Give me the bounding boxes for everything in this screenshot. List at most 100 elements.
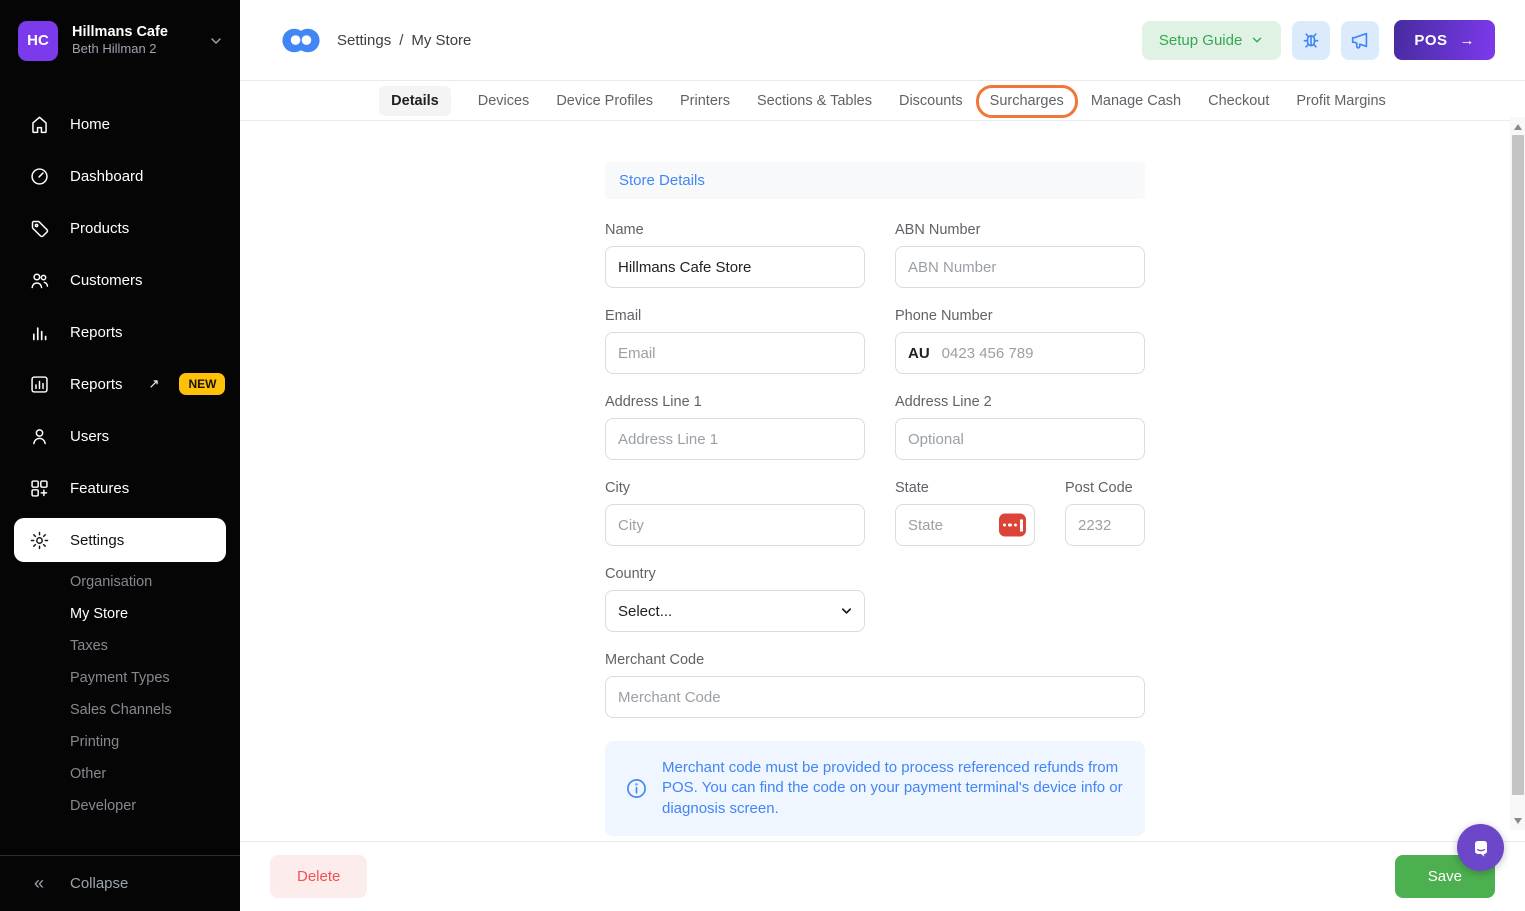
scrollbar-down-arrow[interactable] xyxy=(1510,813,1525,828)
customers-icon xyxy=(28,269,50,291)
gear-icon xyxy=(28,529,50,551)
workspace-title: Hillmans Cafe xyxy=(72,23,168,41)
postcode-input[interactable] xyxy=(1065,504,1145,546)
pos-label: POS xyxy=(1414,32,1447,49)
name-label: Name xyxy=(605,222,865,238)
tab-manage-cash[interactable]: Manage Cash xyxy=(1091,93,1181,109)
phone-field-group: Phone Number AU xyxy=(895,308,1145,374)
address1-label: Address Line 1 xyxy=(605,394,865,410)
subnav-item-other[interactable]: Other xyxy=(70,758,240,790)
tab-device-profiles[interactable]: Device Profiles xyxy=(556,93,653,109)
phone-country-prefix[interactable]: AU xyxy=(908,345,930,362)
tab-details[interactable]: Details xyxy=(379,86,451,116)
scrollbar-up-arrow[interactable] xyxy=(1510,119,1525,134)
city-input[interactable] xyxy=(605,504,865,546)
merchant-code-label: Merchant Code xyxy=(605,652,1145,668)
user-icon xyxy=(28,425,50,447)
tab-profit-margins[interactable]: Profit Margins xyxy=(1296,93,1385,109)
subnav-item-payment-types[interactable]: Payment Types xyxy=(70,662,240,694)
tag-icon xyxy=(28,217,50,239)
tab-printers[interactable]: Printers xyxy=(680,93,730,109)
features-grid-icon xyxy=(28,477,50,499)
breadcrumb-page: My Store xyxy=(411,32,471,49)
city-field-group: City xyxy=(605,480,865,546)
tab-sections-tables[interactable]: Sections & Tables xyxy=(757,93,872,109)
abn-input[interactable] xyxy=(895,246,1145,288)
address2-label: Address Line 2 xyxy=(895,394,1145,410)
triangle-down-icon xyxy=(1514,818,1522,824)
main-content: Store Details Name ABN Number Email Phon… xyxy=(240,121,1510,841)
avatar: HC xyxy=(18,21,58,61)
pos-button[interactable]: POS → xyxy=(1394,20,1495,60)
name-field-group: Name xyxy=(605,222,865,288)
vertical-scrollbar[interactable] xyxy=(1510,117,1525,830)
subnav-item-sales-channels[interactable]: Sales Channels xyxy=(70,694,240,726)
sidebar-nav: Home Dashboard Products Customers Report… xyxy=(0,81,240,855)
debug-button[interactable] xyxy=(1292,21,1330,60)
bar-chart-box-icon xyxy=(28,373,50,395)
name-input[interactable] xyxy=(605,246,865,288)
sidebar-item-settings[interactable]: Settings xyxy=(14,518,226,562)
delete-button[interactable]: Delete xyxy=(270,855,367,898)
sidebar-item-reports-new[interactable]: Reports ↗ NEW xyxy=(0,358,240,410)
subnav-item-taxes[interactable]: Taxes xyxy=(70,630,240,662)
external-link-icon: ↗ xyxy=(149,376,160,392)
sidebar-item-label: Products xyxy=(70,220,129,237)
info-icon xyxy=(625,777,648,800)
address2-input[interactable] xyxy=(895,418,1145,460)
chevron-down-icon xyxy=(208,33,224,49)
sidebar-item-home[interactable]: Home xyxy=(0,98,240,150)
state-label: State xyxy=(895,480,1035,496)
info-text: Merchant code must be provided to proces… xyxy=(662,758,1125,819)
country-select[interactable]: Select... xyxy=(605,590,865,632)
sidebar-item-label: Dashboard xyxy=(70,168,143,185)
collapse-sidebar-button[interactable]: « Collapse xyxy=(0,855,240,911)
bug-icon xyxy=(1300,29,1322,51)
setup-guide-button[interactable]: Setup Guide xyxy=(1142,21,1281,60)
bar-chart-icon xyxy=(28,321,50,343)
address1-field-group: Address Line 1 xyxy=(605,394,865,460)
footer-action-bar: Delete Save xyxy=(240,841,1525,911)
sidebar-item-dashboard[interactable]: Dashboard xyxy=(0,150,240,202)
subnav-item-printing[interactable]: Printing xyxy=(70,726,240,758)
sidebar-item-reports[interactable]: Reports xyxy=(0,306,240,358)
country-field-group: Country Select... xyxy=(605,566,1145,632)
sidebar-item-label: Settings xyxy=(70,532,124,549)
workspace-switcher[interactable]: HC Hillmans Cafe Beth Hillman 2 xyxy=(0,0,240,81)
address1-input[interactable] xyxy=(605,418,865,460)
tab-checkout[interactable]: Checkout xyxy=(1208,93,1269,109)
home-icon xyxy=(28,113,50,135)
chat-icon xyxy=(1468,835,1494,861)
sidebar-item-customers[interactable]: Customers xyxy=(0,254,240,306)
announcements-button[interactable] xyxy=(1341,21,1379,60)
country-label: Country xyxy=(605,566,1145,582)
phone-field[interactable]: AU xyxy=(895,332,1145,374)
email-field[interactable] xyxy=(605,332,865,374)
workspace-subtitle: Beth Hillman 2 xyxy=(72,41,168,57)
subnav-item-organisation[interactable]: Organisation xyxy=(70,566,240,598)
triangle-up-icon xyxy=(1514,124,1522,130)
sidebar-item-products[interactable]: Products xyxy=(0,202,240,254)
chat-widget-button[interactable] xyxy=(1457,824,1504,871)
tab-discounts[interactable]: Discounts xyxy=(899,93,963,109)
subnav-item-developer[interactable]: Developer xyxy=(70,790,240,822)
setup-guide-label: Setup Guide xyxy=(1159,32,1242,49)
settings-tab-bar: Details Devices Device Profiles Printers… xyxy=(240,81,1525,121)
email-field-group: Email xyxy=(605,308,865,374)
collapse-label: Collapse xyxy=(70,875,128,892)
breadcrumb-section[interactable]: Settings xyxy=(337,32,391,49)
store-details-form: Store Details Name ABN Number Email Phon… xyxy=(605,162,1145,836)
state-field-group: State xyxy=(895,480,1035,546)
merchant-code-info-box: Merchant code must be provided to proces… xyxy=(605,741,1145,836)
sidebar-item-users[interactable]: Users xyxy=(0,410,240,462)
chevron-down-icon xyxy=(1250,33,1264,47)
password-manager-autofill-icon[interactable] xyxy=(999,514,1026,537)
scrollbar-thumb[interactable] xyxy=(1512,135,1524,795)
tab-surcharges[interactable]: Surcharges xyxy=(990,93,1064,109)
tab-devices[interactable]: Devices xyxy=(478,93,530,109)
subnav-item-my-store[interactable]: My Store xyxy=(70,598,240,630)
merchant-code-input[interactable] xyxy=(605,676,1145,718)
sidebar-item-features[interactable]: Features xyxy=(0,462,240,514)
merchant-code-field-group: Merchant Code xyxy=(605,652,1145,718)
phone-input[interactable] xyxy=(940,344,1132,363)
